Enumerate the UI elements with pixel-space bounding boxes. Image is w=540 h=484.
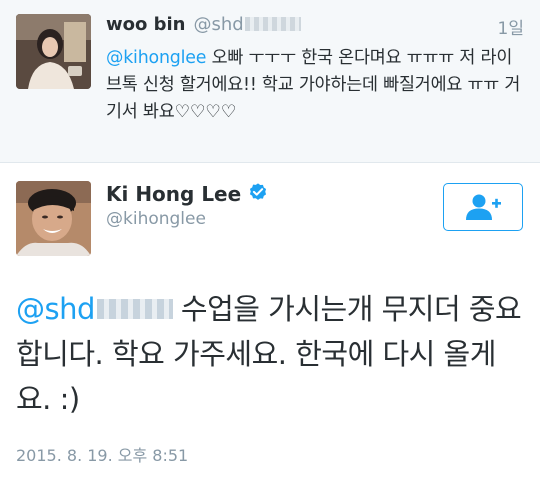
redacted-handle [244,17,301,31]
user-name[interactable]: woo bin [106,14,186,35]
mention-link[interactable]: @shd [16,292,181,326]
avatar[interactable] [16,14,91,89]
handle-text: @shd [193,14,244,35]
avatar[interactable] [16,181,91,256]
redacted-handle [96,299,173,319]
reply-tweet: woo bin @shd 1일 @kihonglee 오빠 ㅜㅜㅜ 한국 온다며요… [0,0,540,163]
tweet-timestamp[interactable]: 2015. 8. 19. 오후 8:51 [16,442,188,466]
user-handle[interactable]: @kihonglee [106,209,206,229]
user-name-text: Ki Hong Lee [106,182,242,206]
main-tweet: Ki Hong Lee @kihonglee @shd 수업을 가시는개 무지더 … [0,163,540,484]
tweet-time[interactable]: 1일 [498,14,524,39]
follow-user-icon [466,194,501,220]
follow-button[interactable] [443,183,523,231]
user-name[interactable]: Ki Hong Lee [106,181,269,207]
verified-badge-icon [250,183,267,200]
tweet-text: @kihonglee 오빠 ㅜㅜㅜ 한국 온다며요 ㅠㅠㅠ 저 라이브톡 신청 … [106,45,524,126]
mention-link[interactable]: @kihonglee [106,48,206,68]
user-handle[interactable]: @shd [194,14,301,35]
reply-header: woo bin @shd [106,13,301,37]
tweet-text: @shd 수업을 가시는개 무지더 중요합니다. 학요 가주세요. 한국에 다시 … [16,287,526,422]
mention-text: @shd [16,292,95,326]
